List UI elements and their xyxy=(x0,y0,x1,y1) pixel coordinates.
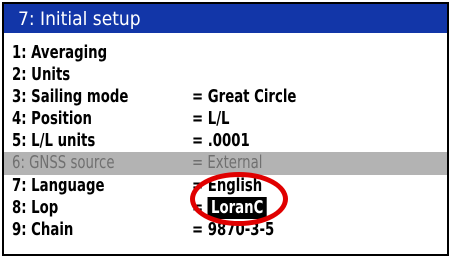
title-bar: 7: Initial setup xyxy=(4,4,447,33)
menu-item-value: = Great Circle xyxy=(192,86,297,108)
menu-item-label: 9: Chain xyxy=(12,218,74,240)
menu-item-label: 5: L/L units xyxy=(12,130,96,152)
menu-item-units[interactable]: 2: Units xyxy=(4,64,447,86)
menu-item-gnss-source: 6: GNSS source = External xyxy=(4,152,447,175)
menu-item-sailing-mode[interactable]: 3: Sailing mode = Great Circle xyxy=(4,86,447,108)
menu-item-value: = L/L xyxy=(192,108,230,130)
menu-item-label: 6: GNSS source xyxy=(12,152,115,174)
window-title: 7: Initial setup xyxy=(18,8,141,30)
menu-item-value: = .0001 xyxy=(192,130,250,152)
menu-item-label: 3: Sailing mode xyxy=(12,86,129,108)
menu-item-label: 4: Position xyxy=(12,108,92,130)
menu-item-value: = External xyxy=(192,152,263,174)
menu-item-position[interactable]: 4: Position = L/L xyxy=(4,108,447,130)
menu-item-label: 8: Lop xyxy=(12,196,59,218)
highlight-circle xyxy=(190,172,288,226)
menu-item-ll-units[interactable]: 5: L/L units = .0001 xyxy=(4,130,447,152)
menu-item-label: 2: Units xyxy=(12,64,71,86)
menu-item-averaging[interactable]: 1: Averaging xyxy=(4,42,447,64)
setup-window: 7: Initial setup 1: Averaging 2: Units 3… xyxy=(2,2,449,256)
menu-item-label: 7: Language xyxy=(12,174,105,196)
menu-item-label: 1: Averaging xyxy=(12,42,108,63)
